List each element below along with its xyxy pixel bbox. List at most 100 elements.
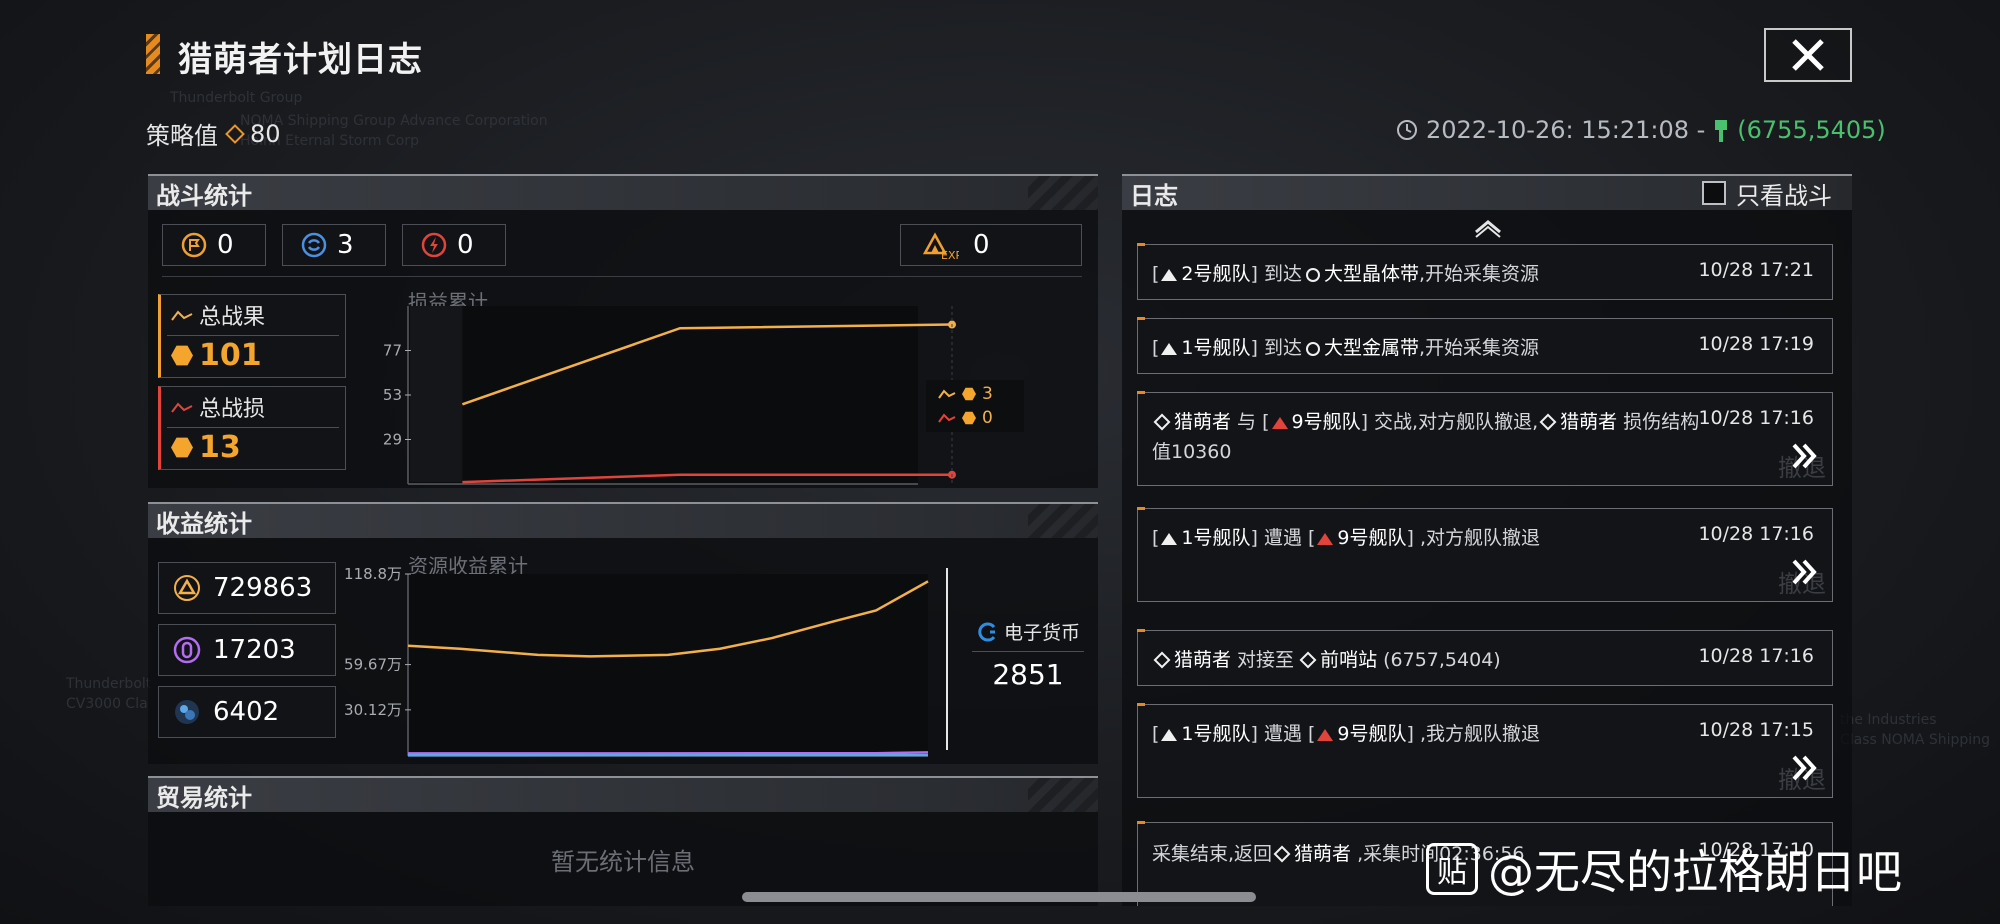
count-bolt: 0 xyxy=(402,224,506,266)
plot-area xyxy=(408,574,928,756)
battle-only-filter[interactable]: 只看战斗 xyxy=(1702,176,1832,211)
y-tick-label: 59.67万 xyxy=(344,656,402,674)
trade-panel: 贸易统计 暂无统计信息 xyxy=(148,776,1098,906)
strategy-label: 策略值 xyxy=(146,122,218,150)
currency-box: 电子货币 2851 xyxy=(966,618,1090,691)
header-stripes xyxy=(1028,778,1098,812)
expand-chevron-icon[interactable] xyxy=(1790,441,1820,471)
battle-only-label: 只看战斗 xyxy=(1736,181,1832,210)
battle-only-checkbox[interactable] xyxy=(1702,181,1726,205)
fleet-icon xyxy=(1161,533,1178,545)
enemy-fleet-name[interactable]: 9号舰队 xyxy=(1337,527,1406,549)
resource-triangle: 729863 xyxy=(158,562,336,614)
fleet-icon xyxy=(1161,343,1178,355)
total-gain-card: 总战果 101 xyxy=(158,294,346,378)
exp-label: EXP xyxy=(941,249,959,261)
strategy-icon xyxy=(225,123,245,144)
battle-title: 战斗统计 xyxy=(156,181,252,210)
log-entry[interactable]: 猎萌者 与 [9号舰队] 交战,对方舰队撤退, 猎萌者 损伤结构值10360 10… xyxy=(1137,391,1833,486)
log-text: 对接至 xyxy=(1231,649,1295,671)
tieba-logo-icon: 贴 xyxy=(1426,843,1478,895)
log-entry[interactable]: [2号舰队] 到达 大型晶体带,开始采集资源 10/28 17:21 xyxy=(1137,243,1833,300)
log-coord[interactable]: (6757,5404) xyxy=(1377,649,1501,671)
log-time: 10/28 17:16 xyxy=(1698,407,1814,429)
plot-area xyxy=(408,306,918,484)
divider xyxy=(162,276,1082,277)
log-bracket: [ xyxy=(1152,337,1160,359)
resource-zone-name[interactable]: 大型晶体带 xyxy=(1324,263,1419,285)
battle-chart-legend: 3 0 xyxy=(926,380,1024,432)
flagship-icon xyxy=(1273,845,1291,863)
legend-gain-hex-icon xyxy=(962,387,976,401)
resource-zone-name[interactable]: 大型金属带 xyxy=(1324,337,1419,359)
currency-value: 2851 xyxy=(992,658,1064,691)
count-flag: 0 xyxy=(162,224,266,266)
log-text: ] ,对方舰队撤退 xyxy=(1406,527,1541,549)
log-title: 日志 xyxy=(1130,181,1178,210)
close-icon xyxy=(1792,39,1824,71)
log-text: ] 到达 xyxy=(1250,263,1302,285)
outpost-name[interactable]: 前哨站 xyxy=(1320,649,1377,671)
enemy-fleet-name[interactable]: 9号舰队 xyxy=(1337,723,1406,745)
legend-loss-value: 0 xyxy=(982,408,993,428)
exp-box: EXP 0 xyxy=(900,224,1082,266)
pre-data-shade xyxy=(410,306,463,482)
fleet-name[interactable]: 2号舰队 xyxy=(1181,263,1250,285)
income-title: 收益统计 xyxy=(156,509,252,538)
fleet-name[interactable]: 1号舰队 xyxy=(1181,527,1250,549)
resource-zone-icon xyxy=(1305,268,1320,282)
flagship-name[interactable]: 猎萌者 xyxy=(1560,411,1617,433)
flagship-icon xyxy=(1153,651,1171,669)
log-entry[interactable]: [1号舰队] 遭遇 [9号舰队] ,对方舰队撤退 10/28 17:16 撤退 xyxy=(1137,507,1833,602)
log-bracket: [ xyxy=(1152,527,1160,549)
count-flag-value: 0 xyxy=(217,230,234,260)
clock-icon xyxy=(1397,120,1417,140)
timestamp-text: 2022-10-26: 15:21:08 - xyxy=(1426,116,1706,144)
y-tick-label: 53 xyxy=(383,386,402,404)
log-time: 10/28 17:16 xyxy=(1698,645,1814,667)
title-accent xyxy=(146,34,160,74)
close-button[interactable] xyxy=(1764,28,1852,82)
expand-chevron-icon[interactable] xyxy=(1790,557,1820,587)
flag-icon xyxy=(181,232,207,258)
page-title: 猎萌者计划日志 xyxy=(178,40,423,80)
legend-loss-icon xyxy=(938,413,956,423)
resource-crystal: 17203 xyxy=(158,624,336,676)
log-entry[interactable]: [1号舰队] 遭遇 [9号舰队] ,我方舰队撤退 10/28 17:15 撤退 xyxy=(1137,703,1833,798)
flagship-name[interactable]: 猎萌者 xyxy=(1294,843,1351,865)
flagship-name[interactable]: 猎萌者 xyxy=(1174,411,1231,433)
loss-hex-icon xyxy=(171,437,193,458)
income-divider xyxy=(946,568,948,750)
enemy-fleet-icon xyxy=(1317,533,1334,545)
log-time: 10/28 17:15 xyxy=(1698,719,1814,741)
flagship-icon xyxy=(1539,413,1557,431)
log-bracket: [ xyxy=(1152,263,1160,285)
bolt-icon xyxy=(421,232,447,258)
timestamp: 2022-10-26: 15:21:08 - (6755,5405) xyxy=(1396,116,1886,144)
orb-resource-icon xyxy=(175,700,199,724)
currency-icon xyxy=(978,622,996,641)
enemy-fleet-name[interactable]: 9号舰队 xyxy=(1292,411,1361,433)
log-text: ,采集 xyxy=(1351,843,1402,865)
flagship-name[interactable]: 猎萌者 xyxy=(1174,649,1231,671)
resource-triangle-value: 729863 xyxy=(213,573,313,603)
triangle-resource-icon xyxy=(174,575,200,601)
fleet-name[interactable]: 1号舰队 xyxy=(1181,723,1250,745)
trade-header: 贸易统计 xyxy=(148,776,1098,812)
log-entry[interactable]: 猎萌者 对接至 前哨站 (6757,5404) 10/28 17:16 xyxy=(1137,629,1833,686)
strategy-number: 80 xyxy=(250,119,281,148)
legend-gain-value: 3 xyxy=(982,384,993,404)
exp-icon: EXP xyxy=(922,232,959,261)
log-text: ,开始采集资源 xyxy=(1418,263,1540,285)
cycle-icon xyxy=(301,232,327,258)
enemy-fleet-icon xyxy=(1317,729,1334,741)
enemy-fleet-icon xyxy=(1271,417,1288,429)
bg-text: Class NOMA Shipping xyxy=(1840,732,1990,748)
log-entry[interactable]: [1号舰队] 到达 大型金属带,开始采集资源 10/28 17:19 xyxy=(1137,317,1833,374)
expand-chevron-icon[interactable] xyxy=(1790,753,1820,783)
scroll-up-chevron-icon[interactable] xyxy=(1473,216,1503,238)
fleet-name[interactable]: 1号舰队 xyxy=(1181,337,1250,359)
legend-loss-hex-icon xyxy=(962,411,976,425)
crystal-resource-icon xyxy=(173,636,201,664)
home-indicator[interactable] xyxy=(742,892,1256,902)
